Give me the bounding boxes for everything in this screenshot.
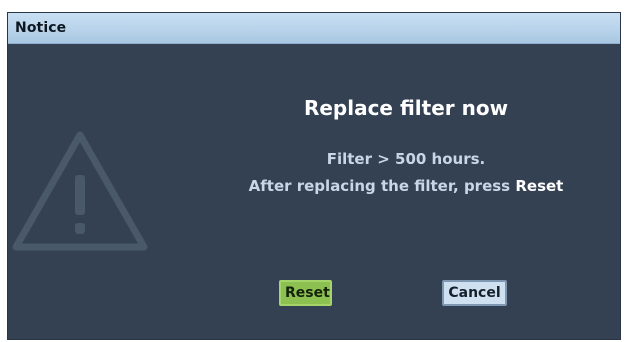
reset-button[interactable]: Reset <box>279 280 332 306</box>
instruction-text: After replacing the filter, press <box>248 177 516 195</box>
warning-triangle-icon <box>12 131 148 251</box>
dialog-heading: Replace filter now <box>303 96 509 120</box>
cancel-button[interactable]: Cancel <box>442 280 507 306</box>
filter-hours-message: Filter > 500 hours. <box>326 150 486 168</box>
instruction-message: After replacing the filter, press Reset <box>206 177 606 195</box>
notice-dialog: Notice Replace filter now Filter > 500 h… <box>7 12 621 340</box>
dialog-title: Notice <box>15 20 67 36</box>
instruction-reset-emphasis: Reset <box>515 177 564 195</box>
dialog-titlebar: Notice <box>8 13 620 44</box>
